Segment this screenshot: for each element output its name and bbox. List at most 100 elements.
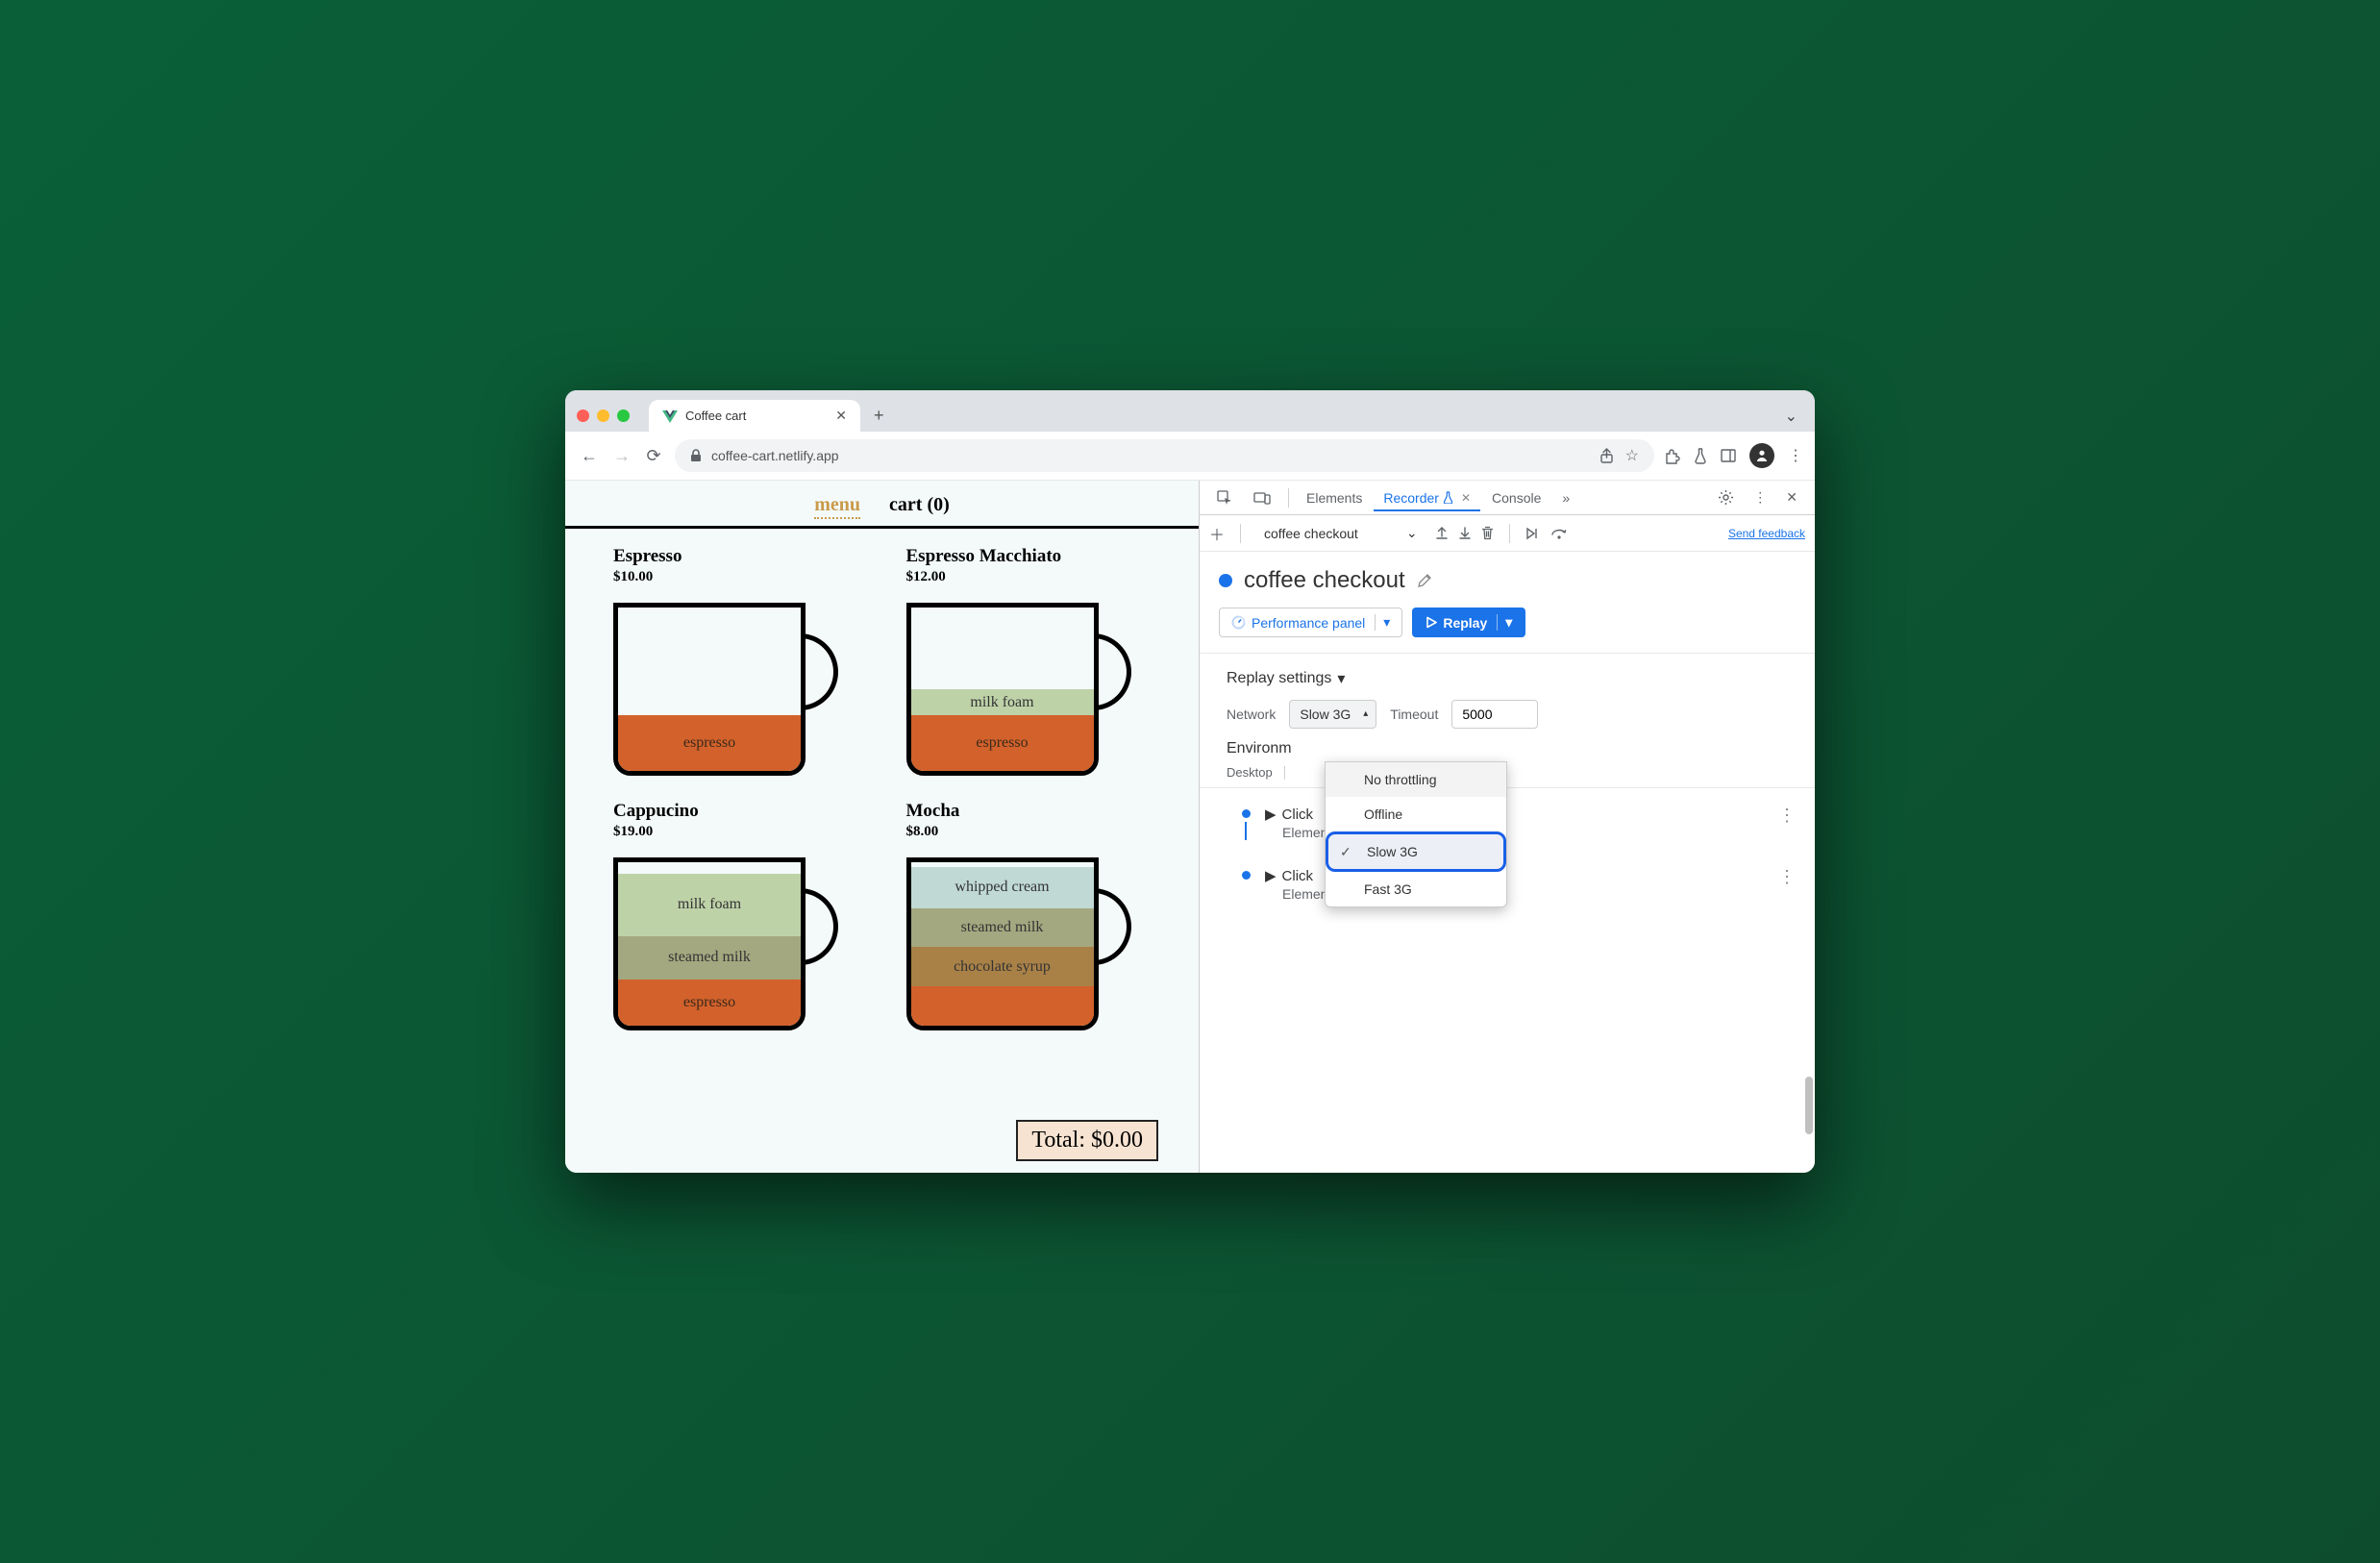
expand-icon[interactable]: ▶	[1265, 867, 1277, 884]
tabs-overflow-icon[interactable]: ⌄	[1785, 407, 1803, 426]
step-row[interactable]: ▶ Click Element "Promotion message" ⋮	[1227, 792, 1796, 854]
layer-milk-foam: milk foam	[618, 874, 801, 936]
dropdown-option-no-throttling[interactable]: No throttling	[1326, 762, 1506, 797]
step-row[interactable]: ▶ Click Element "Submit" ⋮	[1227, 854, 1796, 915]
cart-total[interactable]: Total: $0.00	[1016, 1120, 1158, 1161]
coffee-cup-icon: espresso	[613, 593, 834, 776]
tab-close-icon[interactable]: ✕	[835, 408, 847, 424]
browser-toolbar-right: ⋮	[1664, 443, 1803, 468]
environment-label: Environm	[1227, 740, 1292, 757]
tab-recorder[interactable]: Recorder ✕	[1374, 484, 1480, 511]
devtools-settings-icon[interactable]	[1708, 484, 1744, 511]
recording-selector[interactable]: coffee checkout ⌄	[1256, 521, 1426, 545]
replay-settings-title[interactable]: Replay settings ▾	[1227, 669, 1796, 688]
side-panel-icon[interactable]	[1721, 449, 1736, 462]
chevron-down-icon[interactable]: ▾	[1375, 614, 1390, 631]
steps-list: ▶ Click Element "Promotion message" ⋮ ▶ …	[1200, 787, 1815, 934]
performance-panel-button[interactable]: Performance panel ▾	[1219, 608, 1402, 637]
extensions-icon[interactable]	[1664, 448, 1680, 464]
inspect-element-icon[interactable]	[1207, 484, 1242, 511]
dropdown-option-fast-3g[interactable]: Fast 3G	[1326, 872, 1506, 906]
product-card[interactable]: Espresso $10.00 espresso	[613, 546, 858, 776]
scrollbar-thumb[interactable]	[1805, 1077, 1813, 1134]
app-nav: menu cart (0)	[565, 481, 1199, 529]
new-recording-icon[interactable]: ＋	[1209, 522, 1225, 545]
window-minimize-button[interactable]	[597, 409, 609, 422]
layer-chocolate-syrup: chocolate syrup	[911, 947, 1094, 986]
chevron-down-icon: ▾	[1337, 669, 1345, 688]
dropdown-option-slow-3g[interactable]: ✓ Slow 3G	[1326, 831, 1506, 872]
network-select[interactable]: Slow 3G ▴	[1289, 700, 1376, 729]
devtools-menu-icon[interactable]: ⋮	[1744, 484, 1776, 511]
step-menu-icon[interactable]: ⋮	[1778, 867, 1796, 887]
window-maximize-button[interactable]	[617, 409, 630, 422]
nav-cart-link[interactable]: cart (0)	[889, 494, 950, 516]
tab-close-icon[interactable]: ✕	[1461, 491, 1471, 505]
tab-title: Coffee cart	[685, 409, 746, 423]
product-price: $12.00	[906, 569, 1152, 585]
forward-button[interactable]: →	[609, 442, 632, 470]
device-toolbar-icon[interactable]	[1244, 485, 1280, 510]
devtools-tabs: Elements Recorder ✕ Console » ⋮ ✕	[1200, 481, 1815, 515]
reload-button[interactable]: ⟳	[642, 442, 665, 470]
tabs-overflow-icon[interactable]: »	[1552, 484, 1579, 511]
main-content: menu cart (0) Espresso $10.00 espresso	[565, 481, 1815, 1173]
layer-espresso: espresso	[618, 715, 801, 771]
browser-window: Coffee cart ✕ + ⌄ ← → ⟳ coffee-cart.netl…	[565, 390, 1815, 1173]
send-feedback-link[interactable]: Send feedback	[1728, 527, 1805, 540]
export-icon[interactable]	[1435, 526, 1449, 540]
step-title: Click	[1282, 806, 1314, 823]
nav-menu-link[interactable]: menu	[814, 494, 860, 516]
bookmark-star-icon[interactable]: ☆	[1625, 446, 1639, 465]
browser-menu-icon[interactable]: ⋮	[1788, 446, 1803, 465]
import-icon[interactable]	[1458, 526, 1472, 540]
expand-icon[interactable]: ▶	[1265, 806, 1277, 823]
product-card[interactable]: Espresso Macchiato $12.00 milk foam espr…	[906, 546, 1152, 776]
play-icon	[1426, 616, 1437, 629]
product-name: Espresso Macchiato	[906, 546, 1152, 567]
devtools-panel: Elements Recorder ✕ Console » ⋮ ✕	[1200, 481, 1815, 1173]
back-button[interactable]: ←	[577, 442, 600, 470]
recording-heading: coffee checkout	[1200, 552, 1815, 602]
scrollbar[interactable]	[1805, 577, 1813, 1134]
profile-avatar-icon[interactable]	[1749, 443, 1774, 468]
product-price: $19.00	[613, 824, 858, 840]
dropdown-option-offline[interactable]: Offline	[1326, 797, 1506, 831]
timeout-label: Timeout	[1390, 707, 1438, 722]
coffee-cup-icon: milk foam steamed milk espresso	[613, 848, 834, 1030]
new-tab-button[interactable]: +	[866, 402, 892, 430]
tab-console[interactable]: Console	[1482, 484, 1550, 511]
recorder-action-row: Performance panel ▾ Replay ▾	[1200, 602, 1815, 654]
edit-title-icon[interactable]	[1417, 573, 1432, 588]
step-play-icon[interactable]	[1525, 527, 1541, 540]
environment-value-row: Desktop	[1227, 765, 1796, 780]
chevron-down-icon[interactable]: ▾	[1497, 614, 1512, 631]
chevron-down-icon: ⌄	[1406, 525, 1418, 541]
step-over-icon[interactable]	[1550, 527, 1568, 540]
browser-tab[interactable]: Coffee cart ✕	[649, 400, 860, 432]
window-close-button[interactable]	[577, 409, 589, 422]
replay-button[interactable]: Replay ▾	[1412, 608, 1525, 637]
product-card[interactable]: Cappucino $19.00 milk foam steamed milk …	[613, 801, 858, 1030]
browser-tab-strip: Coffee cart ✕ + ⌄	[565, 390, 1815, 432]
caret-up-icon: ▴	[1363, 708, 1368, 719]
tab-elements[interactable]: Elements	[1297, 484, 1372, 511]
coffee-cup-icon: milk foam espresso	[906, 593, 1128, 776]
vue-favicon-icon	[662, 409, 678, 424]
delete-icon[interactable]	[1481, 526, 1494, 540]
gauge-icon	[1231, 615, 1246, 630]
coffee-cup-icon: whipped cream steamed milk chocolate syr…	[906, 848, 1128, 1030]
step-menu-icon[interactable]: ⋮	[1778, 806, 1796, 826]
share-icon[interactable]	[1599, 448, 1614, 463]
layer-steamed-milk: steamed milk	[911, 908, 1094, 948]
page-content: menu cart (0) Espresso $10.00 espresso	[565, 481, 1200, 1173]
environment-value: Desktop	[1227, 765, 1273, 780]
devtools-close-icon[interactable]: ✕	[1776, 484, 1807, 511]
product-card[interactable]: Mocha $8.00 whipped cream steamed milk c…	[906, 801, 1152, 1030]
flask-icon	[1443, 491, 1453, 504]
layer-espresso: espresso	[911, 715, 1094, 771]
recorder-toolbar: ＋ coffee checkout ⌄	[1200, 515, 1815, 552]
address-bar[interactable]: coffee-cart.netlify.app ☆	[675, 439, 1654, 472]
labs-icon[interactable]	[1694, 448, 1707, 464]
timeout-input[interactable]	[1451, 700, 1538, 729]
